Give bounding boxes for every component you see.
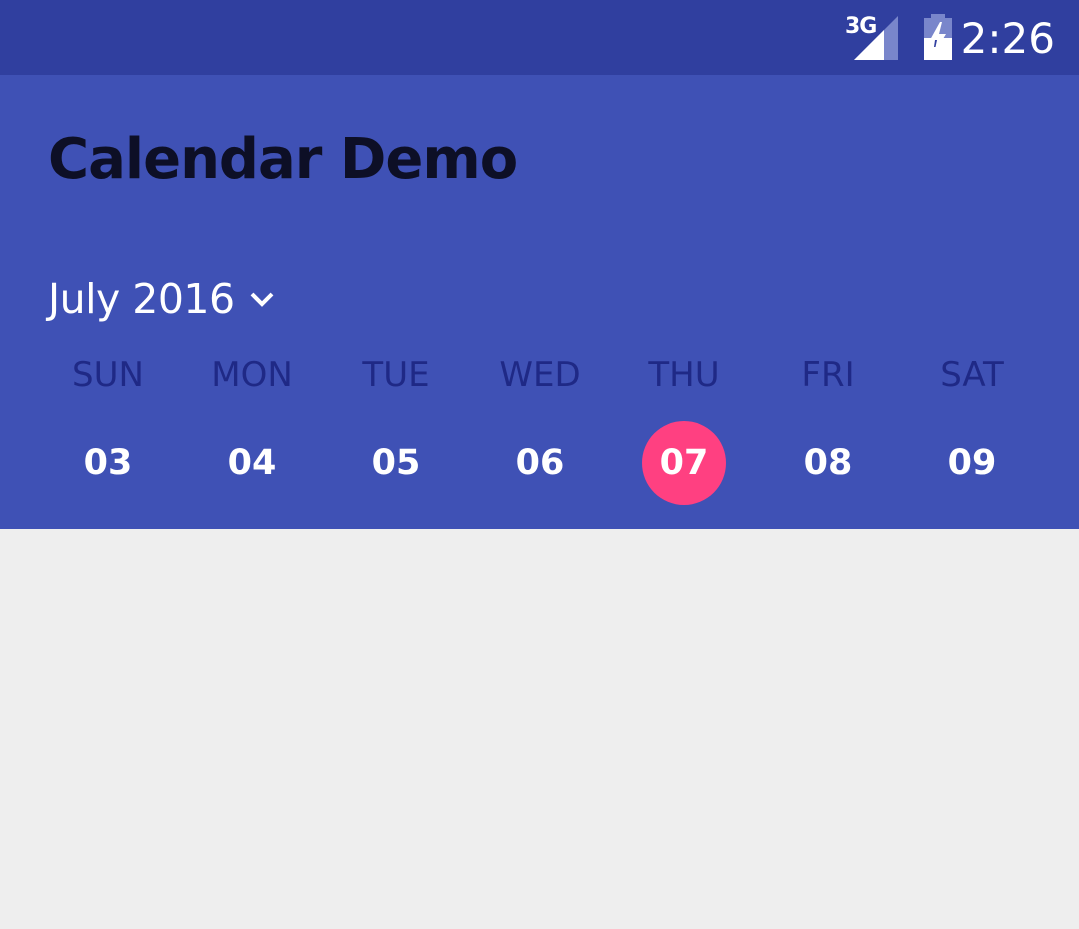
selected-date-number: 07	[642, 421, 726, 505]
date-number: 08	[803, 443, 853, 483]
status-bar: 3G 2:26	[0, 0, 1079, 75]
date-cell-sat[interactable]: 09	[900, 420, 1044, 506]
month-label: July 2016	[48, 275, 235, 323]
date-number: 09	[947, 443, 997, 483]
app-title: Calendar Demo	[48, 127, 518, 192]
date-number: 06	[515, 443, 565, 483]
date-number: 05	[371, 443, 421, 483]
date-cell-fri[interactable]: 08	[756, 420, 900, 506]
date-number: 03	[83, 443, 133, 483]
chevron-down-icon	[249, 290, 275, 313]
signal-icon	[854, 16, 898, 65]
weekday-sun: SUN	[72, 355, 144, 395]
battery-charging-icon	[922, 14, 954, 65]
weekday-thu: THU	[648, 355, 720, 395]
date-cell-sun[interactable]: 03	[36, 420, 180, 506]
weekday-mon: MON	[211, 355, 293, 395]
status-clock: 2:26	[960, 14, 1055, 63]
weekday-sat: SAT	[940, 355, 1004, 395]
weekday-fri: FRI	[801, 355, 855, 395]
date-cell-tue[interactable]: 05	[324, 420, 468, 506]
app-bar: Calendar Demo July 2016 SUN MON TUE WED …	[0, 75, 1079, 529]
week-dates-row: 03 04 05 06 07 08 09	[36, 420, 1044, 506]
weekday-header-row: SUN MON TUE WED THU FRI SAT	[36, 350, 1044, 400]
date-cell-thu[interactable]: 07	[612, 420, 756, 506]
date-cell-wed[interactable]: 06	[468, 420, 612, 506]
date-cell-mon[interactable]: 04	[180, 420, 324, 506]
content-area	[0, 529, 1079, 929]
month-selector[interactable]: July 2016	[48, 271, 275, 327]
date-number: 04	[227, 443, 277, 483]
weekday-wed: WED	[499, 355, 581, 395]
weekday-tue: TUE	[362, 355, 430, 395]
